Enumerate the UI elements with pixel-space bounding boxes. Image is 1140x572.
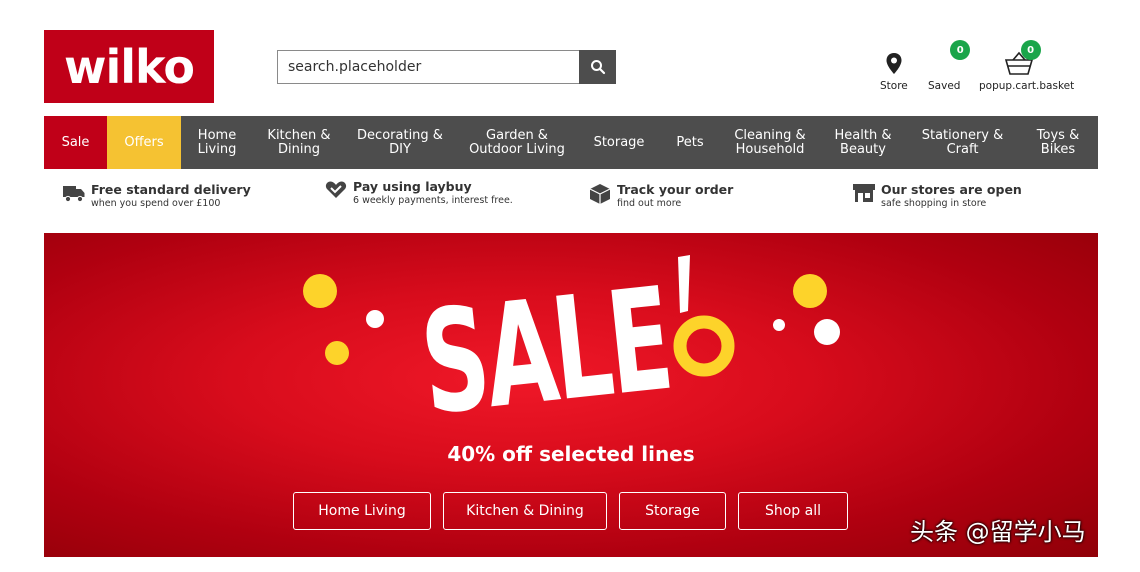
exclamation-bar bbox=[678, 255, 690, 313]
nav-item-kitchen-dining[interactable]: Kitchen & Dining bbox=[253, 116, 345, 169]
location-pin-icon bbox=[886, 53, 902, 74]
usp-laybuy-title: Pay using laybuy bbox=[353, 179, 472, 194]
hero-subline: 40% off selected lines bbox=[447, 442, 695, 466]
main-nav: Sale Offers Home Living Kitchen & Dining D… bbox=[44, 116, 1098, 169]
hero-button-storage[interactable]: Storage bbox=[619, 492, 726, 530]
basket-label: popup.cart.basket bbox=[979, 80, 1075, 92]
watermark-text: 头条 @留学小马 bbox=[910, 518, 1086, 546]
exclamation-ring bbox=[673, 315, 735, 377]
saved-link[interactable]: 0 Saved bbox=[928, 40, 971, 92]
nav-item-sale[interactable]: Sale bbox=[44, 116, 107, 169]
store-link[interactable]: Store bbox=[880, 44, 908, 92]
nav-item-toys-bikes[interactable]: Toys & Bikes bbox=[1018, 116, 1098, 169]
watermark: 头条 @留学小马 bbox=[910, 512, 1086, 547]
sale-headline-text: SALE bbox=[414, 258, 676, 443]
decor-dot bbox=[773, 319, 785, 331]
nav-item-decorating-diy[interactable]: Decorating & DIY bbox=[345, 116, 455, 169]
nav-item-pets[interactable]: Pets bbox=[659, 116, 721, 169]
hero-button-shop-all[interactable]: Shop all bbox=[738, 492, 848, 530]
sale-artwork: SALE bbox=[303, 255, 840, 443]
decor-dot bbox=[793, 274, 827, 308]
heart-icon bbox=[325, 181, 347, 198]
decor-dot bbox=[303, 274, 337, 308]
hero-button-home-living[interactable]: Home Living bbox=[293, 492, 431, 530]
store-icon bbox=[853, 184, 875, 202]
box-icon bbox=[589, 184, 611, 204]
store-label: Store bbox=[880, 80, 908, 92]
hero-button-kitchen-dining[interactable]: Kitchen & Dining bbox=[443, 492, 607, 530]
nav-item-health-beauty[interactable]: Health & Beauty bbox=[819, 116, 907, 169]
decor-dot bbox=[814, 319, 840, 345]
basket-count-badge: 0 bbox=[1020, 40, 1041, 60]
basket-link[interactable]: 0 popup.cart.basket bbox=[979, 40, 1075, 92]
nav-item-offers[interactable]: Offers bbox=[107, 116, 181, 169]
search-icon bbox=[590, 60, 605, 75]
wilko-logo[interactable]: wilko bbox=[44, 30, 214, 103]
nav-item-storage[interactable]: Storage bbox=[579, 116, 659, 169]
usp-delivery-sub: when you spend over £100 bbox=[91, 198, 221, 209]
usp-track-sub: find out more bbox=[617, 198, 682, 209]
search-input[interactable] bbox=[277, 50, 579, 84]
nav-item-garden-outdoor[interactable]: Garden & Outdoor Living bbox=[455, 116, 579, 169]
decor-dot bbox=[325, 341, 349, 365]
sale-headline: SALE bbox=[414, 258, 676, 443]
usp-laybuy-sub: 6 weekly payments, interest free. bbox=[353, 195, 513, 206]
usp-stores-title: Our stores are open bbox=[881, 182, 1022, 197]
search-button[interactable] bbox=[579, 50, 616, 84]
truck-icon bbox=[63, 186, 85, 203]
search-bar bbox=[277, 50, 616, 84]
hero-banner[interactable]: SALE 40% off selected lines Home Living … bbox=[44, 233, 1098, 557]
nav-item-stationery-craft[interactable]: Stationery & Craft bbox=[907, 116, 1018, 169]
usp-stores[interactable]: Our stores are open safe shopping in sto… bbox=[853, 183, 1022, 210]
usp-delivery-title: Free standard delivery bbox=[91, 182, 251, 197]
nav-item-home-living[interactable]: Home Living bbox=[181, 116, 253, 169]
usp-delivery[interactable]: Free standard delivery when you spend ov… bbox=[63, 183, 251, 210]
usp-laybuy[interactable]: Pay using laybuy 6 weekly payments, inte… bbox=[325, 180, 513, 207]
decor-dot bbox=[366, 310, 384, 328]
saved-label: Saved bbox=[928, 80, 961, 92]
usp-track-title: Track your order bbox=[617, 182, 734, 197]
nav-item-cleaning-household[interactable]: Cleaning & Household bbox=[721, 116, 819, 169]
usp-track[interactable]: Track your order find out more bbox=[589, 183, 733, 210]
usp-stores-sub: safe shopping in store bbox=[881, 198, 987, 209]
logo-text: wilko bbox=[64, 39, 195, 94]
saved-count-badge: 0 bbox=[950, 40, 971, 60]
